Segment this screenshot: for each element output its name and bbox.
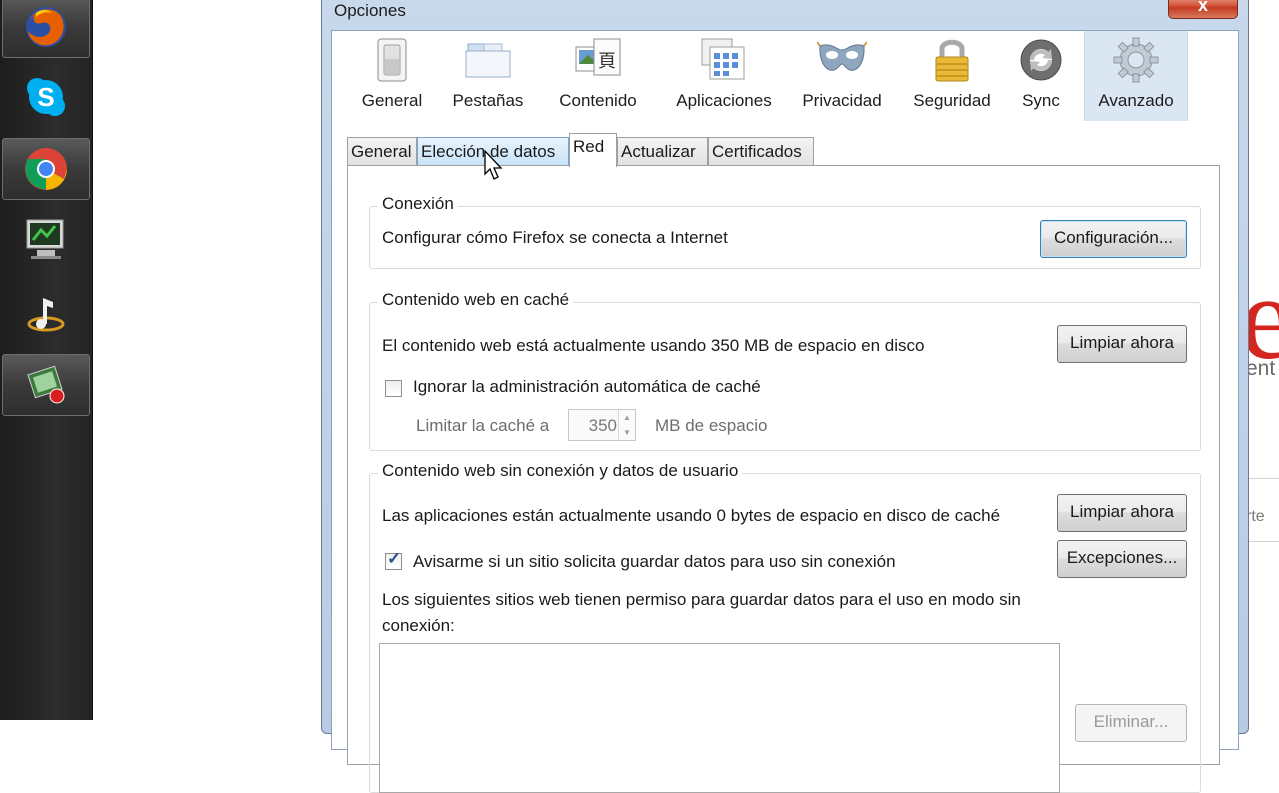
- offline-list-description: Los siguientes sitios web tienen permiso…: [382, 590, 1021, 609]
- cache-limit-unit: MB de espacio: [655, 416, 768, 435]
- cache-group: Contenido web en caché El contenido web …: [369, 290, 1201, 451]
- category-label: Seguridad: [913, 91, 991, 110]
- connection-settings-button[interactable]: Configuración...: [1040, 220, 1187, 258]
- background-text: ent: [1246, 357, 1276, 380]
- connection-description: Configurar cómo Firefox se conecta a Int…: [382, 228, 728, 247]
- gear-icon: [1111, 35, 1161, 85]
- close-icon: x: [1197, 0, 1208, 15]
- switch-icon: [367, 35, 417, 85]
- category-label: Aplicaciones: [676, 91, 772, 110]
- category-content[interactable]: 頁 Contenido: [550, 31, 646, 121]
- cache-limit-value: 350: [588, 416, 617, 435]
- firefox-icon: [26, 7, 66, 47]
- offline-usage-text: Las aplicaciones están actualmente usand…: [382, 506, 1001, 525]
- tab-certificates[interactable]: Certificados: [708, 137, 814, 165]
- group-title: Contenido web en caché: [378, 290, 574, 310]
- group-title: Conexión: [378, 194, 458, 214]
- group-title: Contenido web sin conexión y datos de us…: [378, 461, 743, 481]
- override-cache-checkbox[interactable]: [385, 380, 402, 397]
- tabs-icon: [463, 35, 513, 85]
- cache-limit-stepper[interactable]: 350 ▲ ▼: [568, 409, 636, 441]
- category-sync[interactable]: Sync: [1010, 31, 1072, 121]
- mask-icon: [817, 35, 867, 85]
- category-security[interactable]: Seguridad: [902, 31, 1002, 121]
- content-icon: 頁: [573, 35, 623, 85]
- sync-icon: [1016, 35, 1066, 85]
- offline-notify-checkbox[interactable]: ✓: [385, 549, 402, 570]
- tab-general[interactable]: General: [347, 137, 417, 165]
- tab-label: Red: [573, 137, 605, 156]
- category-applications[interactable]: Aplicaciones: [664, 31, 784, 121]
- category-tabs[interactable]: Pestañas: [446, 31, 530, 121]
- clear-offline-button[interactable]: Limpiar ahora: [1057, 494, 1187, 532]
- dialog-client: General Pestañas 頁 Contenido Aplicacione…: [331, 30, 1239, 793]
- stepper-up-icon[interactable]: ▲: [619, 410, 635, 425]
- category-label: Contenido: [559, 91, 637, 110]
- category-label: Privacidad: [802, 91, 882, 110]
- tab-label: Actualizar: [621, 142, 696, 161]
- taskbar-music-button[interactable]: [2, 282, 90, 344]
- category-privacy[interactable]: Privacidad: [792, 31, 892, 121]
- tab-network[interactable]: Red: [569, 133, 617, 167]
- checkmark-icon: ✓: [387, 549, 402, 568]
- clear-cache-button[interactable]: Limpiar ahora: [1057, 325, 1187, 363]
- stepper-down-icon[interactable]: ▼: [619, 425, 635, 440]
- category-label: General: [361, 91, 423, 110]
- padlock-icon: [927, 35, 977, 85]
- stepper-arrows[interactable]: ▲ ▼: [618, 410, 635, 440]
- category-advanced[interactable]: Avanzado: [1084, 31, 1188, 121]
- override-cache-label: Ignorar la administración automática de …: [413, 377, 761, 396]
- taskbar-skype-button[interactable]: S: [2, 66, 90, 128]
- tab-label: General: [351, 142, 412, 161]
- exceptions-button[interactable]: Excepciones...: [1057, 540, 1187, 578]
- category-toolbar: General Pestañas 頁 Contenido Aplicacione…: [332, 31, 1238, 121]
- remove-site-button[interactable]: Eliminar...: [1075, 704, 1187, 742]
- chrome-icon: [25, 148, 67, 190]
- svg-text:頁: 頁: [598, 51, 616, 72]
- offline-list-description-cont: conexión:: [382, 616, 455, 635]
- offline-notify-label: Avisarme si un sitio solicita guardar da…: [413, 552, 896, 571]
- taskbar-recorder-button[interactable]: [2, 354, 90, 416]
- tab-label: Certificados: [712, 142, 802, 161]
- category-general[interactable]: General: [350, 31, 434, 121]
- advanced-subtabs: General Elección de datos Red Actualizar…: [347, 133, 1227, 167]
- svg-text:S: S: [37, 82, 54, 112]
- cache-usage-text: El contenido web está actualmente usando…: [382, 336, 925, 355]
- remote-desktop-icon: [26, 219, 64, 259]
- skype-icon: S: [27, 78, 65, 116]
- music-player-icon: [27, 298, 65, 332]
- taskbar-remote-desktop-button[interactable]: [2, 208, 90, 270]
- taskbar-firefox-button[interactable]: [2, 0, 90, 58]
- taskbar: S: [0, 0, 93, 720]
- cache-limit-label: Limitar la caché a: [416, 416, 550, 435]
- tab-update[interactable]: Actualizar: [617, 137, 708, 165]
- offline-sites-list[interactable]: [379, 643, 1060, 793]
- category-label: Pestañas: [452, 91, 524, 110]
- connection-group: Conexión Configurar cómo Firefox se cone…: [369, 194, 1201, 269]
- screen-recorder-icon: [27, 365, 65, 404]
- mouse-cursor-icon: [484, 149, 504, 187]
- taskbar-chrome-button[interactable]: [2, 138, 90, 200]
- applications-icon: [699, 35, 749, 85]
- category-label: Sync: [1022, 91, 1060, 110]
- category-label: Avanzado: [1098, 91, 1174, 110]
- dialog-title: Opciones: [334, 1, 406, 20]
- close-button[interactable]: x: [1168, 0, 1238, 19]
- network-panel: Conexión Configurar cómo Firefox se cone…: [347, 165, 1220, 793]
- offline-group: Contenido web sin conexión y datos de us…: [369, 461, 1201, 793]
- options-dialog: Opciones x General Pestañas 頁 Contenido …: [321, 0, 1249, 793]
